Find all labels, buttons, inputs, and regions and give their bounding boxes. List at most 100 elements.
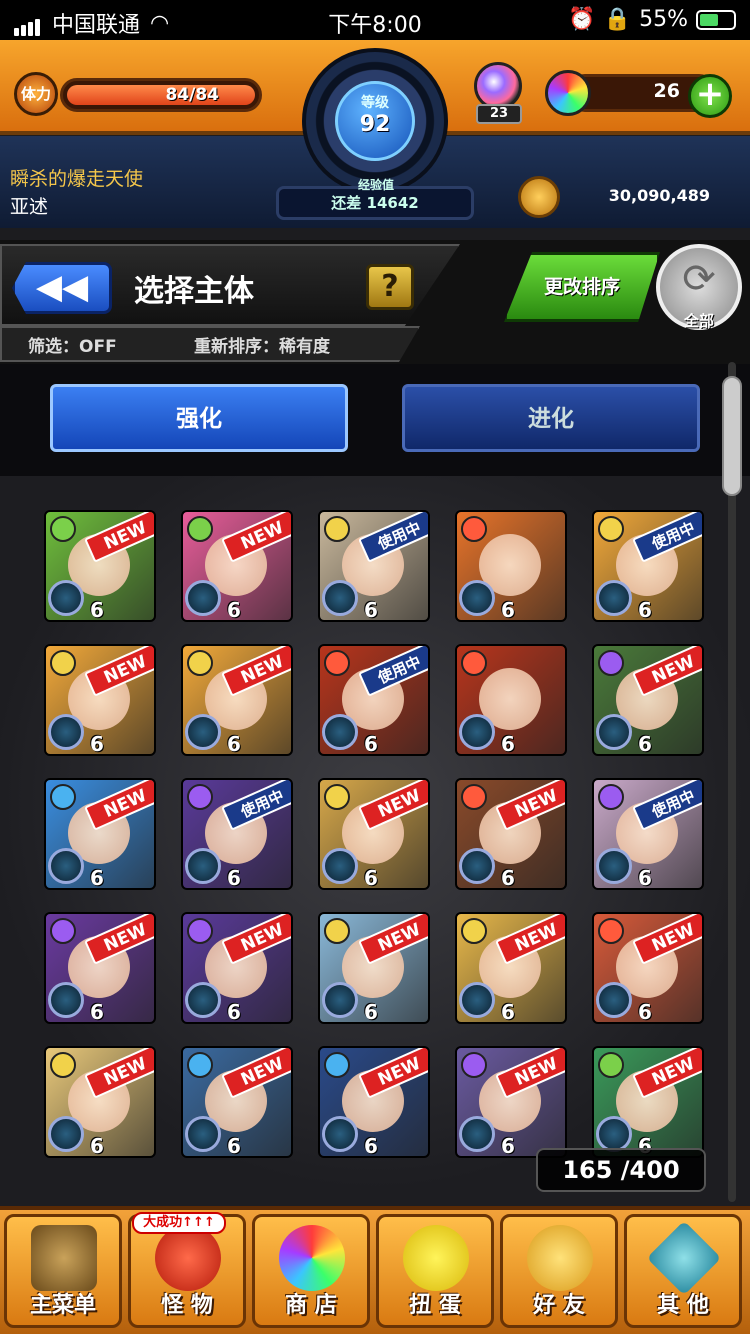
gauge-icon: [48, 1116, 84, 1152]
player-title: 瞬杀的爆走天使: [10, 168, 144, 190]
nav-monsters-label: 怪 物: [161, 1293, 213, 1318]
monster-card[interactable]: 6 NEW: [44, 912, 156, 1024]
nav-main-menu-label: 主菜单: [29, 1293, 96, 1318]
gauge-icon: [596, 982, 632, 1018]
stamina-icon: 体力: [14, 72, 58, 116]
monster-card[interactable]: 6 使用中: [592, 778, 704, 890]
monster-card[interactable]: 6 使用中: [318, 644, 430, 756]
monster-card[interactable]: 6 NEW: [318, 912, 430, 1024]
gauge-icon: [185, 1116, 221, 1152]
monster-card[interactable]: 6 NEW: [592, 644, 704, 756]
monster-card[interactable]: 6 NEW: [455, 1046, 567, 1158]
friends-icon: [527, 1225, 593, 1291]
orb-icon: [545, 70, 591, 116]
monster-level: 6: [501, 732, 515, 756]
gauge-icon: [459, 714, 495, 750]
monster-grid: 6 NEW 6 NEW 6 使用中 6 6 使用中 6 NEW 6 NEW 6 使用中 6 6 NEW 6 NEW 6 使…: [44, 510, 704, 1158]
monster-card[interactable]: 6: [455, 510, 567, 622]
monster-card[interactable]: 6 NEW: [318, 778, 430, 890]
monster-level: 6: [90, 732, 104, 756]
element-icon: [598, 516, 624, 542]
monster-level: 6: [364, 1134, 378, 1158]
nav-gacha[interactable]: 扭 蛋: [376, 1214, 494, 1328]
monster-card[interactable]: 6 NEW: [592, 1046, 704, 1158]
gauge-icon: [48, 982, 84, 1018]
stamina-fill: [67, 85, 255, 105]
filter-toggle[interactable]: 筛选：OFF: [28, 332, 117, 357]
element-icon: [461, 516, 487, 542]
monster-card[interactable]: 6 使用中: [181, 778, 293, 890]
battery-percent: 55%: [639, 7, 688, 32]
element-icon: [324, 516, 350, 542]
monster-card[interactable]: 6 NEW: [318, 1046, 430, 1158]
sort-label[interactable]: 重新排序：稀有度: [194, 332, 330, 357]
monster-level: 6: [364, 598, 378, 622]
element-icon: [324, 918, 350, 944]
monster-card[interactable]: 6 NEW: [592, 912, 704, 1024]
monster-card[interactable]: 6 NEW: [455, 778, 567, 890]
coin-icon: [518, 176, 560, 218]
level-gauge[interactable]: 等级 92: [302, 48, 448, 194]
gauge-icon: [596, 580, 632, 616]
monster-card[interactable]: 6 NEW: [181, 1046, 293, 1158]
monster-card[interactable]: 6 NEW: [44, 778, 156, 890]
monster-level: 6: [227, 732, 241, 756]
gauge-icon: [322, 714, 358, 750]
monster-card[interactable]: 6 NEW: [181, 510, 293, 622]
monster-level: 6: [90, 1000, 104, 1024]
level-label: 等级: [361, 95, 389, 111]
orb-shop-icon: [279, 1225, 345, 1291]
monster-card[interactable]: 6 NEW: [44, 1046, 156, 1158]
monster-level: 6: [638, 866, 652, 890]
nav-shop[interactable]: 商 店: [252, 1214, 370, 1328]
level-orb: 等级 92: [335, 81, 415, 161]
gauge-icon: [185, 714, 221, 750]
monster-level: 6: [501, 1000, 515, 1024]
gate-icon: [31, 1225, 97, 1291]
nav-other-label: 其 他: [657, 1293, 709, 1318]
potion-count: 23: [476, 104, 522, 124]
tab-evolve[interactable]: 进化: [402, 384, 700, 452]
gauge-icon: [48, 580, 84, 616]
monster-level: 6: [501, 866, 515, 890]
monster-level: 6: [638, 598, 652, 622]
monster-level: 6: [364, 1000, 378, 1024]
scrollbar-thumb[interactable]: [722, 376, 742, 496]
nav-friends[interactable]: 好 友: [500, 1214, 618, 1328]
element-icon: [324, 784, 350, 810]
stamina-value: 84/84: [165, 85, 219, 105]
exp-remaining: 还差 14642: [331, 194, 419, 212]
back-button[interactable]: ◀◀: [12, 262, 112, 314]
monster-card[interactable]: 6 NEW: [455, 912, 567, 1024]
nav-main-menu[interactable]: 主菜单: [4, 1214, 122, 1328]
monster-level: 6: [501, 598, 515, 622]
gauge-icon: [459, 848, 495, 884]
element-icon: [187, 650, 213, 676]
element-icon: [187, 918, 213, 944]
monster-level: 6: [638, 1000, 652, 1024]
tab-strengthen[interactable]: 强化: [50, 384, 348, 452]
monster-card[interactable]: 6 NEW: [44, 510, 156, 622]
exp-label: 经验值: [357, 178, 394, 192]
gauge-icon: [322, 580, 358, 616]
nav-gacha-label: 扭 蛋: [409, 1293, 461, 1318]
gauge-icon: [48, 848, 84, 884]
monster-card[interactable]: 6 使用中: [592, 510, 704, 622]
monster-card[interactable]: 6 NEW: [181, 644, 293, 756]
gauge-icon: [596, 1116, 632, 1152]
buy-orbs-button[interactable]: +: [688, 74, 732, 118]
gauge-icon: [185, 982, 221, 1018]
element-icon: [50, 918, 76, 944]
monster-card[interactable]: 6 NEW: [181, 912, 293, 1024]
potion-icon[interactable]: [474, 62, 522, 110]
stamina-bar: 84/84: [60, 78, 262, 112]
monster-card[interactable]: 6 使用中: [318, 510, 430, 622]
show-all-button[interactable]: ⟳ 全部: [656, 244, 742, 330]
monster-card[interactable]: 6: [455, 644, 567, 756]
help-button[interactable]: ?: [366, 264, 414, 310]
nav-other[interactable]: 其 他: [624, 1214, 742, 1328]
battery-icon: [696, 9, 736, 30]
gauge-icon: [596, 848, 632, 884]
element-icon: [461, 1052, 487, 1078]
monster-card[interactable]: 6 NEW: [44, 644, 156, 756]
